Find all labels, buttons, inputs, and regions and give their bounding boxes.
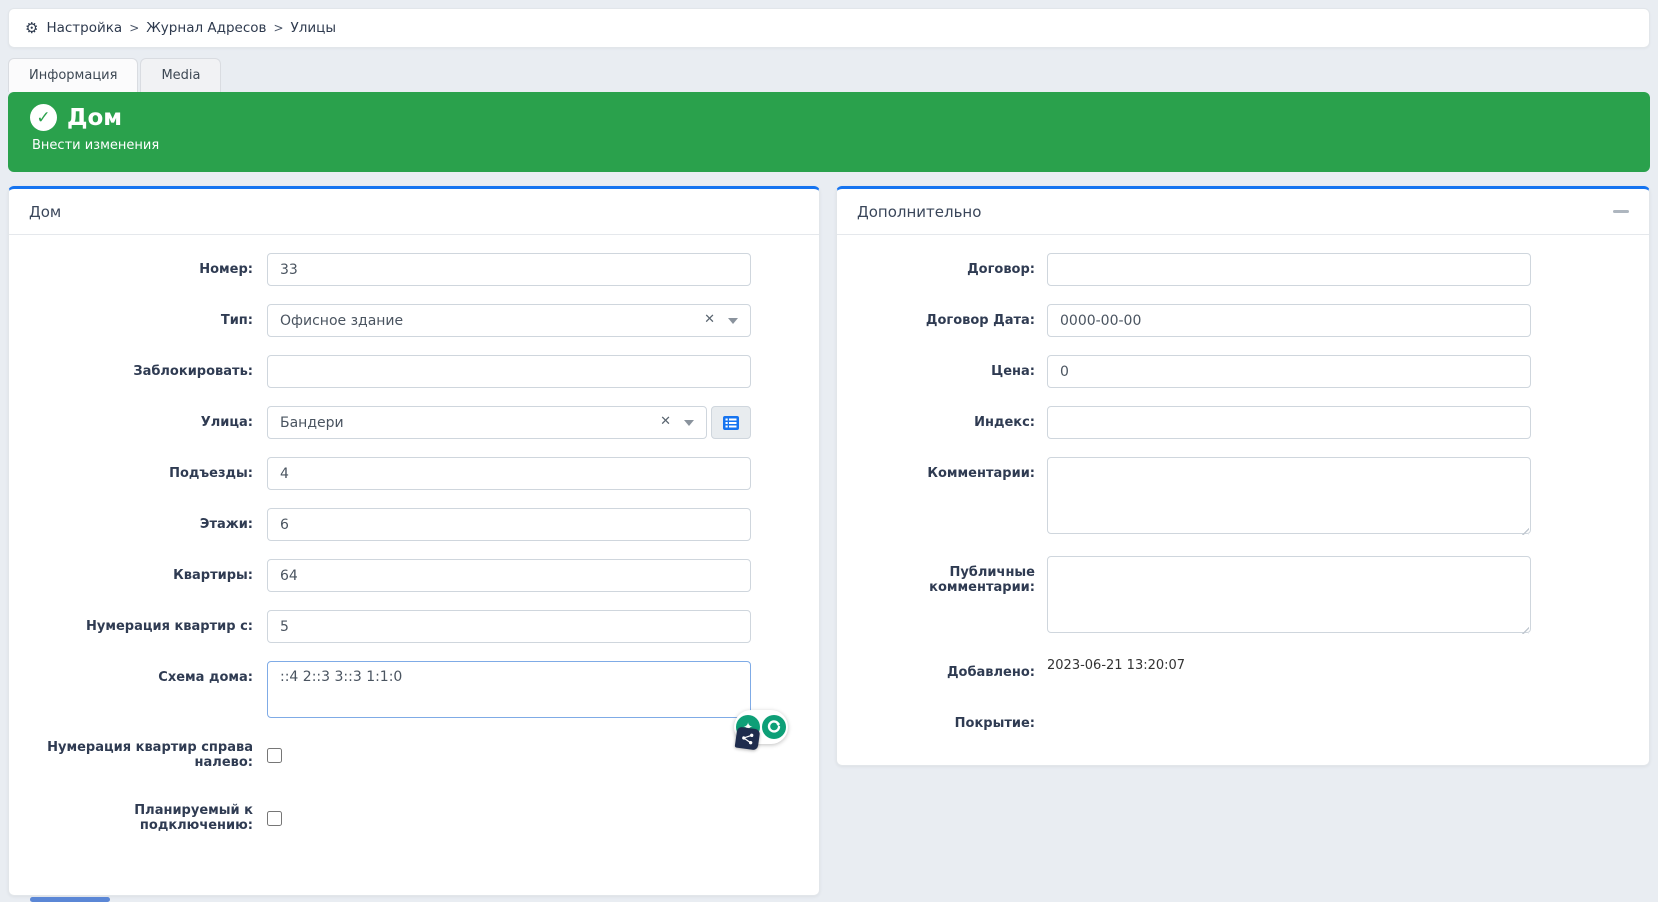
tab-media[interactable]: Media <box>140 58 221 92</box>
list-icon <box>723 416 739 430</box>
breadcrumb-link-address-journal[interactable]: Журнал Адресов <box>146 20 266 36</box>
field-label-price: Цена: <box>857 364 1047 379</box>
number-input[interactable] <box>267 253 751 286</box>
apartment-numbering-from-input[interactable] <box>267 610 751 643</box>
breadcrumb-link-streets[interactable]: Улицы <box>291 20 336 36</box>
numbering-right-to-left-checkbox[interactable] <box>267 748 282 763</box>
grammarly-icon[interactable] <box>762 715 786 739</box>
contract-date-input[interactable] <box>1047 304 1531 337</box>
price-input[interactable] <box>1047 355 1531 388</box>
field-label-public-comments: Публичные комментарии: <box>857 556 1047 595</box>
type-select-value: Офисное здание <box>267 304 751 337</box>
breadcrumb: ⚙ Настройка > Журнал Адресов > Улицы <box>8 8 1650 48</box>
house-scheme-textarea[interactable]: ::4 2::3 3::3 1:1:0 <box>267 661 751 718</box>
chevron-down-icon[interactable] <box>684 420 694 426</box>
house-panel-title: Дом <box>29 203 61 221</box>
breadcrumb-separator: > <box>273 21 283 35</box>
tab-information[interactable]: Информация <box>8 58 138 92</box>
field-label-index: Индекс: <box>857 415 1047 430</box>
entrances-input[interactable] <box>267 457 751 490</box>
clear-icon[interactable]: ✕ <box>704 313 715 327</box>
field-label-numbering-right-to-left: Нумерация квартир справа налево: <box>29 740 267 770</box>
street-select[interactable]: Бандери ✕ <box>267 406 707 439</box>
share-icon <box>740 731 755 746</box>
banner-title: Дом <box>67 105 122 131</box>
comments-textarea[interactable] <box>1047 457 1531 534</box>
success-banner: ✓ Дом Внести изменения <box>8 92 1650 172</box>
field-label-floors: Этажи: <box>29 517 267 532</box>
field-label-blocked: Заблокировать: <box>29 364 267 379</box>
gear-icon: ⚙ <box>25 19 38 37</box>
house-panel: Дом Номер: Тип: Офисное здание ✕ Заблоки… <box>8 186 820 896</box>
field-label-type: Тип: <box>29 313 267 328</box>
field-label-entrances: Подъезды: <box>29 466 267 481</box>
added-timestamp: 2023-06-21 13:20:07 <box>1047 655 1185 673</box>
field-label-apartments: Квартиры: <box>29 568 267 583</box>
breadcrumb-link-settings[interactable]: Настройка <box>46 20 122 36</box>
street-select-value: Бандери <box>267 406 707 439</box>
field-label-street: Улица: <box>29 415 267 430</box>
type-select[interactable]: Офисное здание ✕ <box>267 304 751 337</box>
field-label-number: Номер: <box>29 262 267 277</box>
field-label-contract-date: Договор Дата: <box>857 313 1047 328</box>
public-comments-textarea[interactable] <box>1047 556 1531 633</box>
share-badge-icon[interactable] <box>735 727 761 751</box>
additional-panel: Дополнительно Договор: Договор Дата: Цен… <box>836 186 1650 766</box>
g-swirl-icon <box>767 720 781 734</box>
field-label-comments: Комментарии: <box>857 457 1047 481</box>
field-label-added: Добавлено: <box>857 655 1047 680</box>
breadcrumb-separator: > <box>129 21 139 35</box>
field-label-planned-connection: Планируемый к подключению: <box>29 803 267 833</box>
additional-panel-title: Дополнительно <box>857 203 981 221</box>
tab-bar: Информация Media <box>8 58 221 92</box>
apartments-input[interactable] <box>267 559 751 592</box>
field-label-coverage: Покрытие: <box>857 706 1047 731</box>
street-list-button[interactable] <box>711 406 751 439</box>
field-label-contract: Договор: <box>857 262 1047 277</box>
floors-input[interactable] <box>267 508 751 541</box>
collapse-minus-icon[interactable] <box>1613 210 1629 213</box>
banner-subtitle: Внести изменения <box>32 138 1628 153</box>
blocked-input[interactable] <box>267 355 751 388</box>
field-label-apartment-numbering-from: Нумерация квартир с: <box>29 619 267 634</box>
planned-connection-checkbox[interactable] <box>267 811 282 826</box>
index-input[interactable] <box>1047 406 1531 439</box>
check-circle-icon: ✓ <box>30 104 57 131</box>
contract-input[interactable] <box>1047 253 1531 286</box>
chevron-down-icon[interactable] <box>728 318 738 324</box>
field-label-house-scheme: Схема дома: <box>29 661 267 685</box>
extension-widget: ✦ <box>730 704 788 748</box>
horizontal-scrollbar-thumb[interactable] <box>30 897 110 902</box>
clear-icon[interactable]: ✕ <box>660 415 671 429</box>
